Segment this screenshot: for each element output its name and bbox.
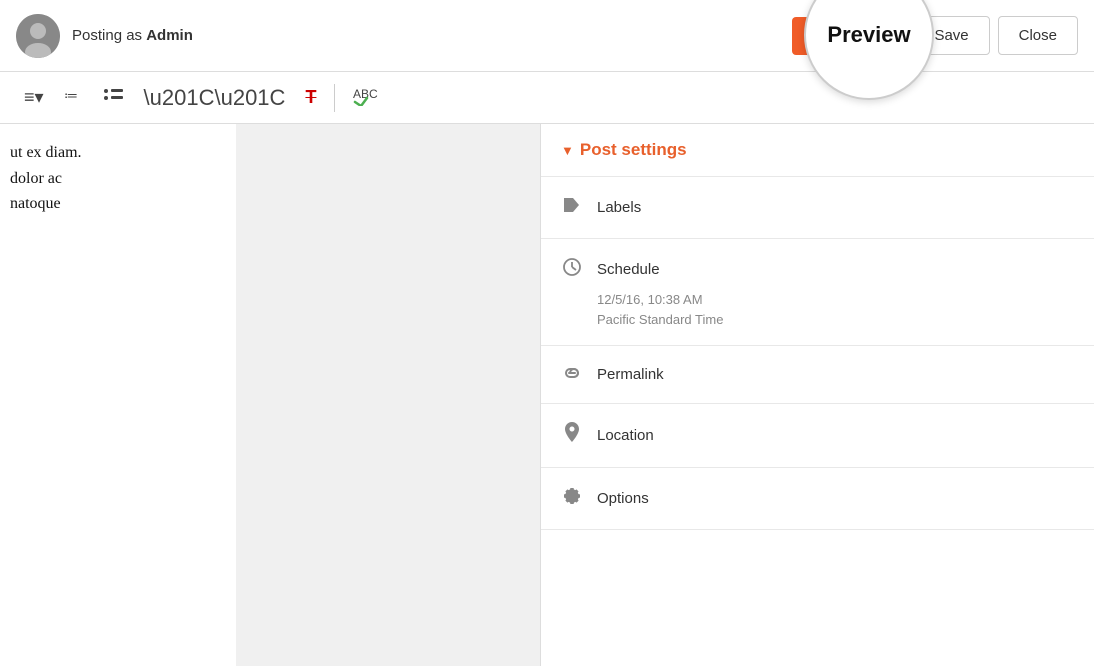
svg-text:≔: ≔ xyxy=(64,87,78,103)
toolbar: ≡▾ ≔ \u201C\u201C T ABC xyxy=(0,72,1094,124)
blockquote-icon: \u201C\u201C xyxy=(144,85,286,111)
post-settings-header: ▼ Post settings xyxy=(541,124,1094,177)
header-left: Posting as Admin xyxy=(16,14,792,58)
bullet-list-icon xyxy=(104,86,124,109)
sidebar-item-options[interactable]: Options xyxy=(541,468,1094,530)
toolbar-divider xyxy=(334,84,335,112)
gear-icon xyxy=(561,486,583,511)
schedule-label: Schedule xyxy=(597,261,660,278)
schedule-sub: 12/5/16, 10:38 AM Pacific Standard Time xyxy=(541,286,1094,346)
header-buttons: Publish Save Preview Close xyxy=(792,16,1078,55)
label-icon xyxy=(561,195,583,220)
link-icon xyxy=(561,364,583,385)
sidebar-item-permalink[interactable]: Permalink xyxy=(541,346,1094,404)
spellcheck-button[interactable]: ABC xyxy=(345,80,393,115)
posting-as-label: Posting as Admin xyxy=(72,27,193,44)
options-label: Options xyxy=(597,490,649,507)
location-label: Location xyxy=(597,427,654,444)
editor-content[interactable]: ut ex diam. dolor ac natoque xyxy=(0,124,236,666)
post-settings-title: Post settings xyxy=(580,140,687,160)
clear-format-icon: T xyxy=(305,87,316,108)
editor-text: ut ex diam. dolor ac natoque xyxy=(10,140,220,217)
collapse-icon[interactable]: ▼ xyxy=(561,143,574,158)
schedule-datetime: 12/5/16, 10:38 AM xyxy=(597,290,1074,310)
numbered-list-icon: ≔ xyxy=(64,85,84,110)
clear-format-button[interactable]: T xyxy=(297,83,324,112)
sidebar-item-schedule[interactable]: Schedule xyxy=(541,239,1094,286)
close-button[interactable]: Close xyxy=(998,16,1078,55)
avatar xyxy=(16,14,60,58)
sidebar-item-location[interactable]: Location xyxy=(541,404,1094,468)
sidebar-item-labels[interactable]: Labels xyxy=(541,177,1094,239)
bullet-list-button[interactable] xyxy=(96,82,132,113)
location-icon xyxy=(561,422,583,449)
permalink-label: Permalink xyxy=(597,366,664,383)
main: ut ex diam. dolor ac natoque ▼ Post sett… xyxy=(0,124,1094,666)
header: Posting as Admin Publish Save Preview Cl… xyxy=(0,0,1094,72)
spellcheck-icon: ABC xyxy=(353,84,385,111)
editor-area: ut ex diam. dolor ac natoque xyxy=(0,124,540,666)
schedule-timezone: Pacific Standard Time xyxy=(597,310,1074,330)
align-button[interactable]: ≡▾ xyxy=(16,83,52,112)
numbered-list-button[interactable]: ≔ xyxy=(56,81,92,114)
sidebar: ▼ Post settings Labels Schedule xyxy=(540,124,1094,666)
align-icon: ≡▾ xyxy=(24,87,44,108)
clock-icon xyxy=(561,257,583,282)
labels-label: Labels xyxy=(597,199,641,216)
blockquote-button[interactable]: \u201C\u201C xyxy=(136,81,294,115)
